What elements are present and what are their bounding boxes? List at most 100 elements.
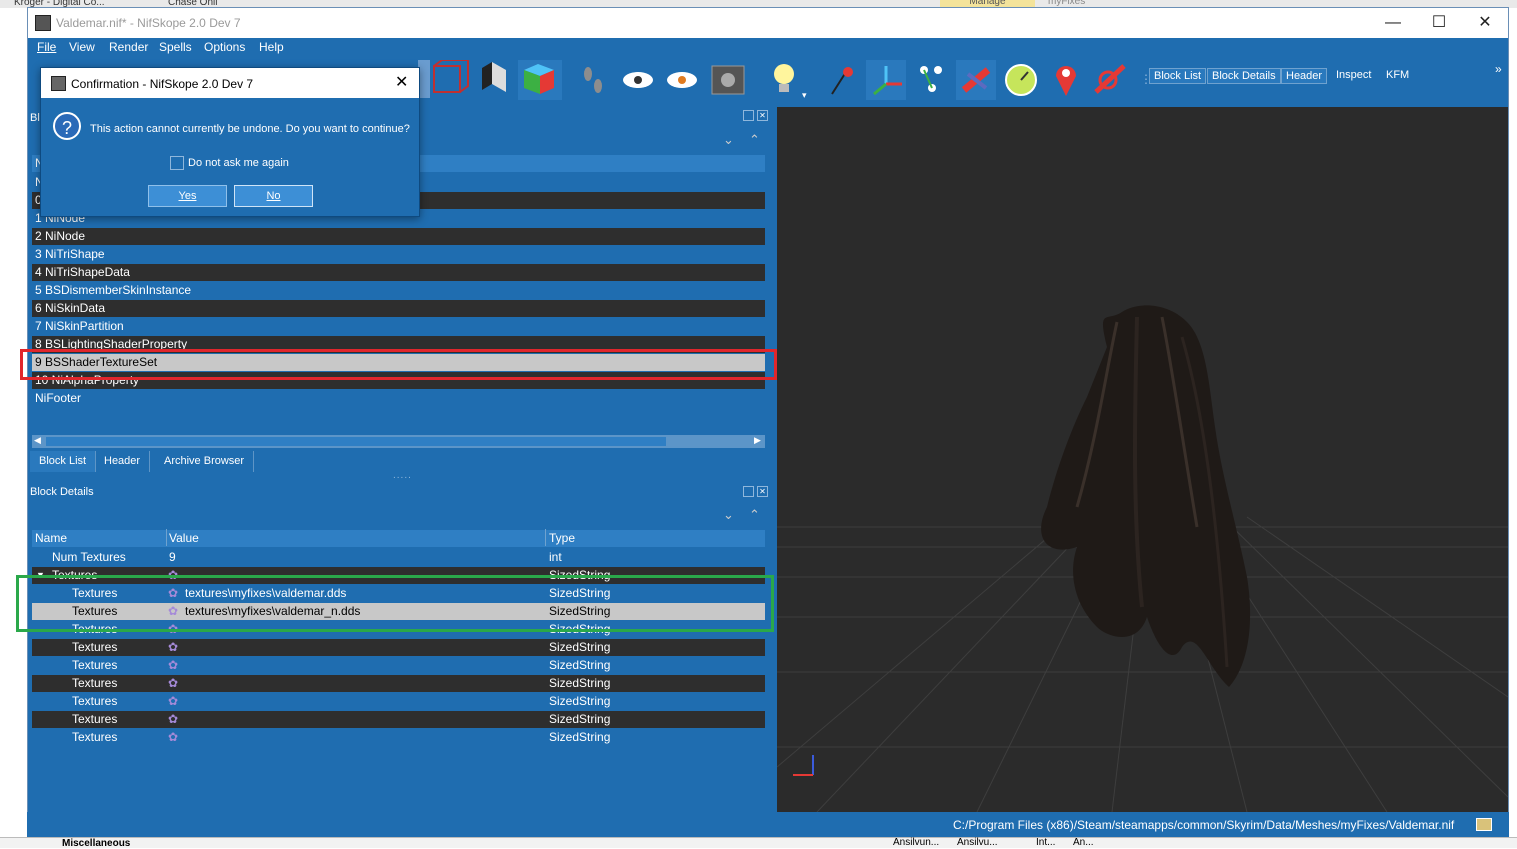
minimize-button[interactable]: — — [1370, 8, 1416, 38]
bg-myfixes-tab: myFixes — [1048, 0, 1086, 7]
title-bar[interactable]: Valdemar.nif* - NifSkope 2.0 Dev 7 — ☐ ✕ — [28, 8, 1508, 38]
menu-bar: File View Render Spells Options Help — [28, 38, 1508, 58]
location-marker-icon[interactable] — [1056, 65, 1076, 96]
table-row[interactable]: Num Textures 9 int — [32, 549, 765, 566]
list-item[interactable]: 6 NiSkinData — [32, 300, 765, 317]
yes-button[interactable]: Yes — [148, 185, 227, 207]
expand-all-icon[interactable]: ⌃ — [749, 507, 760, 523]
camera-icon[interactable] — [711, 65, 745, 95]
question-icon: ? — [53, 112, 81, 140]
list-item[interactable]: 5 BSDismemberSkinInstance — [32, 282, 765, 299]
pin-select-icon[interactable] — [831, 67, 853, 95]
block-details-title: Block Details — [30, 486, 94, 498]
float-panel-icon[interactable] — [743, 486, 754, 497]
list-item[interactable]: 3 NiTriShape — [32, 246, 765, 263]
row-name: Textures — [72, 658, 118, 672]
dialog-close-icon[interactable]: ✕ — [395, 72, 408, 92]
tab-block-details[interactable]: Block Details — [1207, 68, 1281, 84]
table-row[interactable]: Textures ✿ SizedString — [32, 711, 765, 728]
eye-hidden-icon[interactable] — [667, 72, 697, 88]
normals-icon[interactable] — [482, 62, 506, 92]
row-name: Textures — [72, 676, 118, 690]
hair-model — [1041, 305, 1251, 687]
tab-header[interactable]: Header — [1281, 68, 1328, 84]
texture-icon: ✿ — [168, 730, 179, 744]
splitter-handle[interactable]: ..... — [393, 470, 412, 481]
viewport-scene — [777, 305, 1508, 812]
confirmation-dialog: Confirmation - NifSkope 2.0 Dev 7 ✕ ? Th… — [40, 67, 420, 217]
expand-all-icon[interactable]: ⌃ — [749, 132, 760, 148]
dialog-title: Confirmation - NifSkope 2.0 Dev 7 — [71, 77, 254, 91]
bone-icon[interactable] — [956, 60, 996, 100]
collapse-all-icon[interactable]: ⌄ — [723, 507, 734, 523]
bottom-tab-block-list[interactable]: Block List — [30, 451, 97, 472]
menu-options[interactable]: Options — [204, 40, 245, 54]
folder-icon[interactable] — [1476, 818, 1492, 831]
footprints-icon[interactable] — [584, 67, 602, 93]
row-type: SizedString — [549, 730, 611, 744]
list-item[interactable]: 7 NiSkinPartition — [32, 318, 765, 335]
desktop-bottom: Miscellaneous Ansilvun... Ansilvu... Int… — [0, 837, 1517, 849]
table-row[interactable]: Textures ✿ SizedString — [32, 693, 765, 710]
tab-kfm[interactable]: KFM — [1382, 68, 1413, 82]
list-item[interactable]: NiFooter — [32, 390, 765, 407]
close-panel-icon[interactable]: ✕ — [757, 110, 768, 121]
nodes-icon[interactable] — [920, 66, 942, 92]
scroll-right-icon[interactable]: ▶ — [754, 435, 761, 446]
collapse-all-icon[interactable]: ⌄ — [723, 132, 734, 148]
table-row[interactable]: Textures ✿ SizedString — [32, 657, 765, 674]
dialog-message: This action cannot currently be undone. … — [90, 123, 410, 135]
textured-cube-icon[interactable] — [518, 60, 562, 100]
clock-icon[interactable] — [1005, 64, 1037, 96]
tab-inspect[interactable]: Inspect — [1332, 68, 1375, 82]
do-not-ask-label: Do not ask me again — [188, 157, 289, 169]
scroll-left-icon[interactable]: ◀ — [34, 435, 41, 446]
list-item-label: 6 NiSkinData — [35, 301, 106, 315]
do-not-ask-checkbox[interactable] — [170, 156, 184, 170]
list-item[interactable]: 2 NiNode — [32, 228, 765, 245]
column-header-name[interactable]: Name — [35, 530, 67, 547]
dialog-title-bar[interactable]: Confirmation - NifSkope 2.0 Dev 7 ✕ — [41, 68, 419, 98]
no-pin-icon[interactable] — [1094, 64, 1126, 94]
cube-wire-icon[interactable] — [433, 60, 469, 93]
table-row[interactable]: Textures ✿ SizedString — [32, 675, 765, 692]
tab-block-list[interactable]: Block List — [1149, 68, 1207, 84]
menu-help[interactable]: Help — [259, 40, 284, 54]
row-type: SizedString — [549, 712, 611, 726]
menu-view[interactable]: View — [69, 40, 95, 54]
window-title: Valdemar.nif* - NifSkope 2.0 Dev 7 — [56, 16, 241, 30]
list-item[interactable]: 4 NiTriShapeData — [32, 264, 765, 281]
toolbar-overflow-button[interactable]: » — [1495, 62, 1502, 76]
menu-file[interactable]: File — [37, 40, 56, 54]
row-type: SizedString — [549, 694, 611, 708]
table-row[interactable]: Textures ✿ SizedString — [32, 639, 765, 656]
bg-miscellaneous: Miscellaneous — [62, 838, 131, 849]
column-header-type[interactable]: Type — [549, 530, 575, 547]
menu-render[interactable]: Render — [109, 40, 148, 54]
eye-icon[interactable] — [623, 72, 653, 88]
scroll-thumb[interactable] — [46, 437, 666, 446]
bottom-tab-archive-browser[interactable]: Archive Browser — [155, 451, 255, 472]
list-item-label: 4 NiTriShapeData — [35, 265, 130, 279]
highlight-green-box — [16, 575, 774, 632]
close-panel-icon[interactable]: ✕ — [757, 486, 768, 497]
float-panel-icon[interactable] — [743, 110, 754, 121]
texture-icon: ✿ — [168, 694, 179, 708]
axes-icon[interactable] — [866, 60, 906, 100]
bottom-tab-header[interactable]: Header — [95, 451, 151, 472]
render-viewport[interactable] — [777, 107, 1508, 812]
no-button[interactable]: No — [234, 185, 313, 207]
row-name: Textures — [72, 640, 118, 654]
column-header-value[interactable]: Value — [169, 530, 199, 547]
close-button[interactable]: ✕ — [1462, 8, 1508, 38]
row-name: Textures — [72, 712, 118, 726]
texture-icon: ✿ — [168, 712, 179, 726]
menu-spells[interactable]: Spells — [159, 40, 192, 54]
horizontal-scrollbar[interactable]: ◀ ▶ — [32, 435, 765, 448]
maximize-button[interactable]: ☐ — [1416, 8, 1462, 38]
column-divider — [545, 529, 546, 546]
light-bulb-icon[interactable]: ▾ — [774, 64, 807, 101]
table-row[interactable]: Textures ✿ SizedString — [32, 729, 765, 746]
file-path: C:/Program Files (x86)/Steam/steamapps/c… — [953, 818, 1455, 832]
texture-icon: ✿ — [168, 658, 179, 672]
